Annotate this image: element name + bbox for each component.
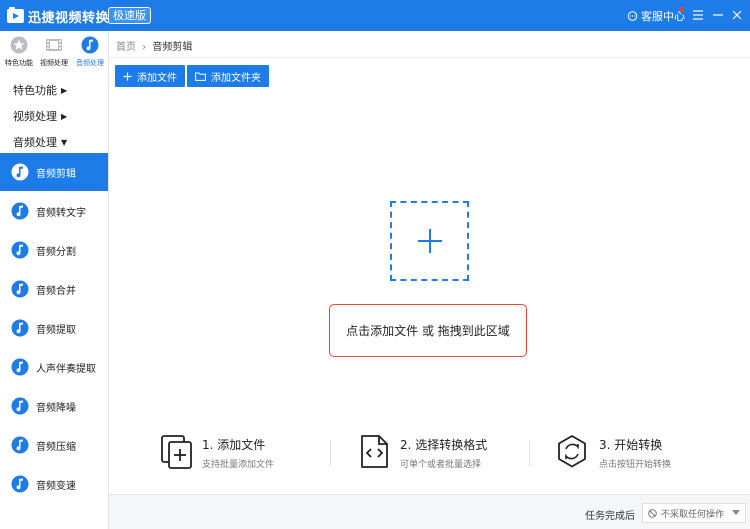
task-complete-label: 任务完成后 xyxy=(585,511,635,522)
after-task-select[interactable]: 不采取任何操作 xyxy=(642,503,746,523)
sidebar-item-label: 音频压缩 xyxy=(36,441,76,453)
title-bar: 迅捷视频转换器 极速版 客服中心 xyxy=(0,0,750,31)
audio-disc-icon xyxy=(11,319,29,337)
tab-video-label: 视频处理 xyxy=(40,59,68,67)
drop-hint-text: 点击添加文件 或 拖拽到此区域 xyxy=(346,324,510,338)
category-audio-label: 音频处理 xyxy=(13,136,57,149)
sidebar-item-audio-extract[interactable]: 音频提取 xyxy=(0,309,108,347)
edition-badge: 极速版 xyxy=(108,7,151,24)
close-icon[interactable] xyxy=(729,7,745,23)
sidebar-item-audio-compress[interactable]: 音频压缩 xyxy=(0,426,108,464)
collapse-arrow-icon: ▼ xyxy=(61,138,68,147)
chat-icon xyxy=(627,10,638,21)
music-note-icon xyxy=(81,36,99,54)
category-audio[interactable]: 音频处理 ▼ xyxy=(13,134,67,150)
add-folder-label: 添加文件夹 xyxy=(211,72,261,84)
sidebar-item-audio-speed[interactable]: 音频变速 xyxy=(0,465,108,503)
audio-disc-icon xyxy=(11,436,29,454)
menu-icon[interactable] xyxy=(690,7,706,23)
sidebar-item-label: 音频转文字 xyxy=(36,207,86,219)
add-file-label: 添加文件 xyxy=(137,72,177,84)
add-file-button[interactable]: 添加文件 xyxy=(115,65,185,87)
audio-disc-icon xyxy=(11,163,29,181)
breadcrumb-home[interactable]: 首页 xyxy=(116,42,136,53)
step-title: 3. 开始转换 xyxy=(599,438,663,452)
drop-hint[interactable]: 点击添加文件 或 拖拽到此区域 xyxy=(329,304,527,357)
service-center-button[interactable]: 客服中心 xyxy=(627,8,685,24)
expand-arrow-icon: ▶ xyxy=(61,86,68,95)
drop-zone[interactable] xyxy=(390,201,469,281)
divider xyxy=(330,440,331,466)
tab-audio[interactable]: 音频处理 xyxy=(72,36,108,68)
breadcrumb: 首页 › 音频剪辑 xyxy=(116,38,192,53)
sidebar-item-label: 音频合并 xyxy=(36,285,76,297)
step-select-format: 2. 选择转换格式 可单个或者批量选择 xyxy=(358,434,528,474)
audio-disc-icon xyxy=(11,202,29,220)
after-task-select-value: 不采取任何操作 xyxy=(661,509,725,520)
plus-icon xyxy=(123,72,132,80)
expand-arrow-icon: ▶ xyxy=(61,112,68,121)
left-sidebar: 特色功能 视频处理 音频处理 特色功能 ▶ 视频处理 ▶ 音频处理 ▼ 音频剪辑音频转… xyxy=(0,31,109,529)
tab-audio-label: 音频处理 xyxy=(76,59,104,67)
sidebar-item-audio-split[interactable]: 音频分割 xyxy=(0,231,108,269)
sidebar-item-audio-denoise[interactable]: 音频降噪 xyxy=(0,387,108,425)
audio-disc-icon xyxy=(11,397,29,415)
tab-feature[interactable]: 特色功能 xyxy=(1,36,37,68)
divider xyxy=(529,440,530,466)
sidebar-item-audio-cut[interactable]: 音频剪辑 xyxy=(0,153,108,191)
audio-disc-icon xyxy=(11,241,29,259)
category-feature[interactable]: 特色功能 ▶ xyxy=(13,82,67,98)
plus-icon xyxy=(418,229,442,253)
sidebar-item-label: 音频分割 xyxy=(36,246,76,258)
sidebar-item-label: 音频变速 xyxy=(36,480,76,492)
breadcrumb-current: 音频剪辑 xyxy=(152,42,193,53)
app-logo-icon xyxy=(7,7,24,23)
tab-feature-label: 特色功能 xyxy=(5,59,33,67)
status-bar: 任务完成后 不采取任何操作 xyxy=(109,494,750,529)
audio-disc-icon xyxy=(11,280,29,298)
chevron-down-icon xyxy=(732,510,740,515)
top-tab-bar: 特色功能 视频处理 音频处理 xyxy=(0,31,108,75)
category-video[interactable]: 视频处理 ▶ xyxy=(13,108,67,124)
sidebar-item-label: 音频剪辑 xyxy=(36,168,76,180)
no-action-icon xyxy=(648,508,657,518)
divider xyxy=(109,57,750,58)
step-add-file: 1. 添加文件 支持批量添加文件 xyxy=(160,434,330,474)
notification-dot xyxy=(679,7,684,12)
breadcrumb-separator: › xyxy=(142,42,147,53)
minimize-icon[interactable] xyxy=(710,7,726,23)
audio-disc-icon xyxy=(11,358,29,376)
code-file-icon xyxy=(361,435,388,468)
sidebar-item-audio-merge[interactable]: 音频合并 xyxy=(0,270,108,308)
step-desc: 可单个或者批量选择 xyxy=(400,460,482,470)
sidebar-item-label: 音频提取 xyxy=(36,324,76,336)
folder-icon xyxy=(195,72,206,81)
step-start-convert: 3. 开始转换 点击按钮开始转换 xyxy=(557,434,727,474)
audio-disc-icon xyxy=(11,475,29,493)
step-title: 1. 添加文件 xyxy=(202,438,266,452)
step-desc: 点击按钮开始转换 xyxy=(599,460,672,470)
sidebar-item-audio-to-text[interactable]: 音频转文字 xyxy=(0,192,108,230)
step-title: 2. 选择转换格式 xyxy=(400,438,488,452)
sidebar-item-label: 人声伴奏提取 xyxy=(36,363,96,375)
category-video-label: 视频处理 xyxy=(13,110,57,123)
film-icon xyxy=(46,39,62,51)
add-folder-button[interactable]: 添加文件夹 xyxy=(187,65,269,87)
category-feature-label: 特色功能 xyxy=(13,84,57,97)
sidebar-item-vocal-extract[interactable]: 人声伴奏提取 xyxy=(0,348,108,386)
step-desc: 支持批量添加文件 xyxy=(202,460,275,470)
sidebar-item-label: 音频降噪 xyxy=(36,402,76,414)
add-file-step-icon xyxy=(161,435,192,469)
tab-video[interactable]: 视频处理 xyxy=(36,36,72,68)
star-icon xyxy=(10,36,28,54)
convert-hexagon-icon xyxy=(558,435,586,468)
